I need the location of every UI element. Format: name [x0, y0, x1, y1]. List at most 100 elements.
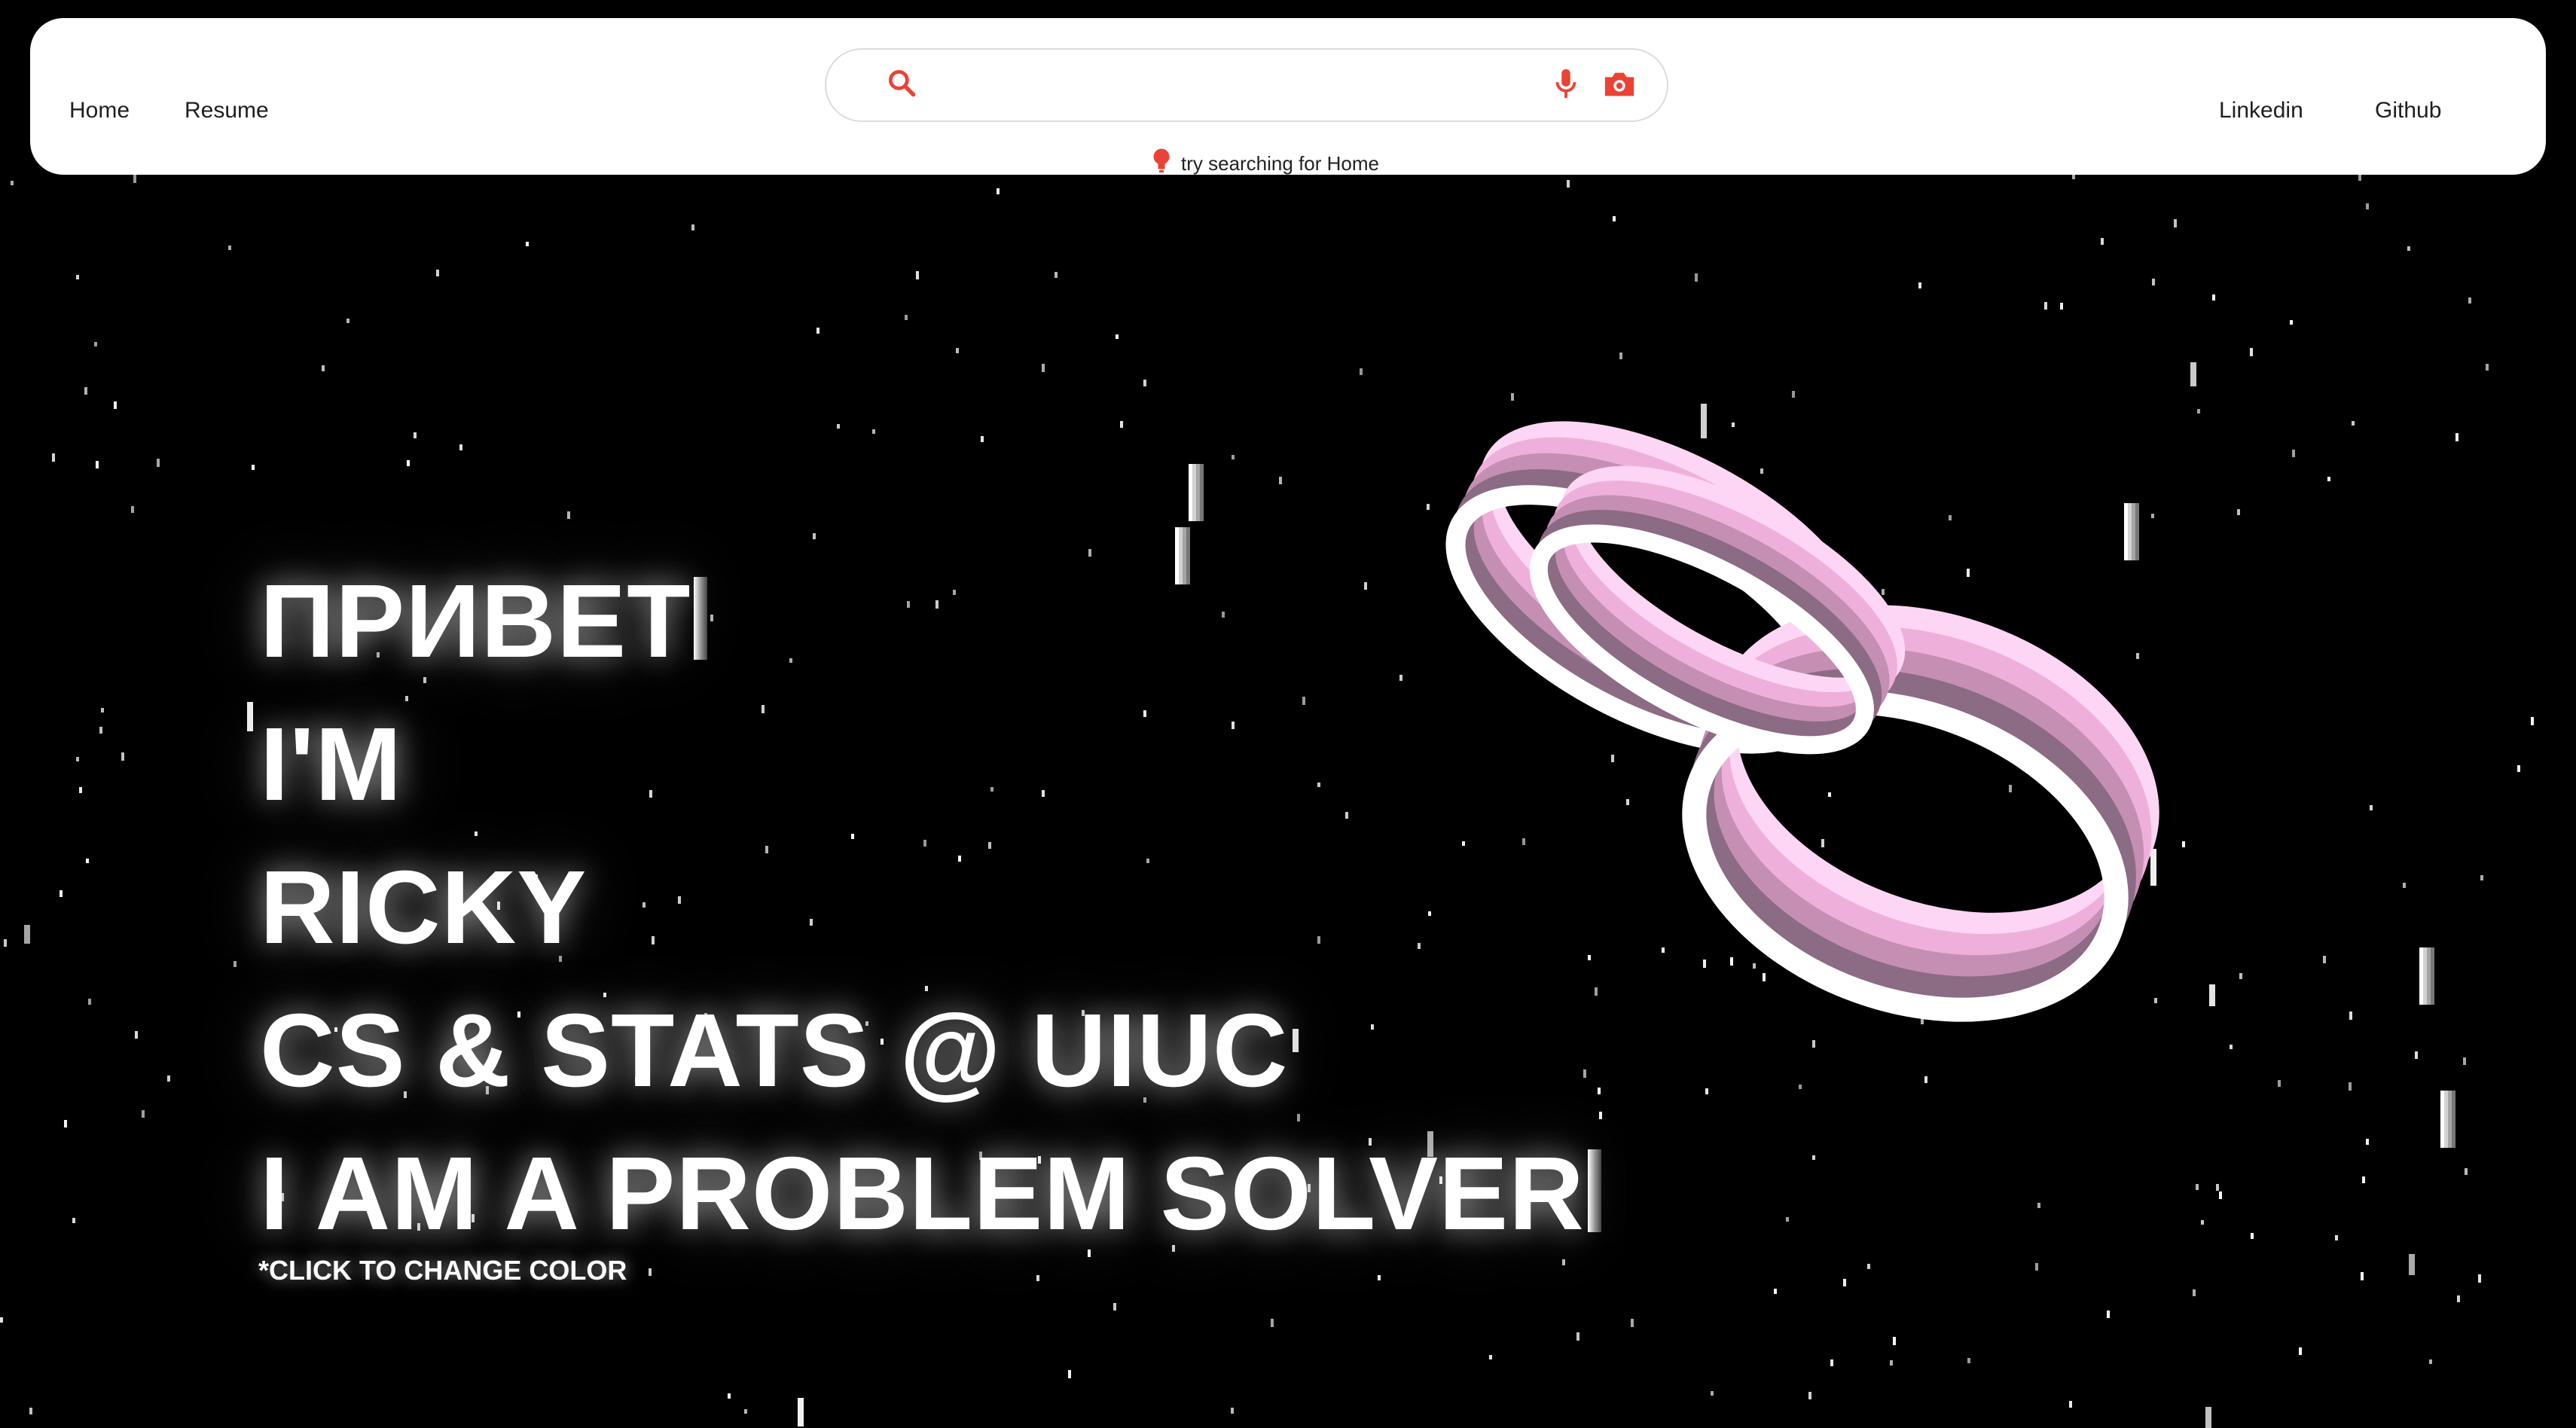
star [649, 1268, 652, 1276]
star [60, 890, 63, 897]
star [1830, 1359, 1833, 1366]
search-input[interactable] [932, 65, 1522, 108]
star [2478, 1274, 2481, 1283]
glitch-bar [2419, 947, 2423, 1005]
hero-line-study: CS & STATS @ UIUC [260, 993, 1289, 1109]
star [2455, 433, 2458, 441]
star [121, 752, 124, 761]
star [2370, 805, 2373, 810]
glitch-bar [2444, 1091, 2448, 1148]
star [2457, 1295, 2460, 1302]
search-icon[interactable] [885, 66, 918, 103]
star [459, 444, 462, 450]
star [252, 465, 255, 470]
star [2358, 175, 2361, 181]
star [2060, 303, 2063, 310]
star [414, 432, 417, 438]
glitch-bar [2431, 947, 2434, 1005]
star [86, 859, 89, 863]
star [1631, 1319, 1634, 1327]
nav-linkedin-link[interactable]: Linkedin [2219, 98, 2303, 124]
star [1893, 1337, 1896, 1345]
star [96, 461, 99, 468]
star [1120, 421, 1123, 428]
star [837, 424, 840, 429]
star [2415, 1051, 2418, 1059]
lightbulb-icon [1152, 148, 1170, 180]
hero-line-name: RICKY [260, 850, 588, 966]
star [84, 387, 87, 395]
star [1808, 1392, 1811, 1399]
change-color-hint[interactable]: *CLICK TO CHANGE COLOR [258, 1255, 627, 1286]
star [2349, 1082, 2352, 1091]
star [2486, 364, 2489, 371]
star [1042, 364, 1045, 372]
star [1231, 1408, 1234, 1414]
star [29, 1408, 32, 1414]
search-bar[interactable] [825, 48, 1668, 122]
nav-home-link[interactable]: Home [69, 98, 130, 124]
star [1143, 380, 1146, 386]
star [2101, 238, 2104, 245]
star [2278, 1080, 2281, 1087]
star [1567, 180, 1570, 188]
hero-line-im: I'M [260, 706, 403, 822]
typing-cursor [1587, 1149, 1601, 1232]
star [1055, 272, 1058, 278]
star [744, 1409, 747, 1414]
star [997, 188, 1000, 194]
star [72, 1218, 75, 1223]
star [4, 939, 7, 947]
star [981, 436, 984, 442]
star [2190, 362, 2196, 386]
page[interactable]: Home Resume try searching for Home Linke… [0, 0, 2576, 1428]
nav-github-link[interactable]: Github [2375, 98, 2441, 124]
star [813, 533, 816, 539]
star [2174, 219, 2177, 227]
star [2361, 1272, 2364, 1280]
camera-icon[interactable] [1602, 69, 1637, 103]
star [2069, 1401, 2072, 1408]
star [2362, 1176, 2365, 1183]
star [94, 342, 97, 346]
star [1613, 216, 1616, 221]
star [2327, 477, 2330, 481]
star [133, 175, 136, 183]
star [2219, 1192, 2222, 1199]
microphone-icon[interactable] [1551, 66, 1581, 105]
star [167, 1076, 170, 1082]
star [2037, 1203, 2040, 1208]
star [1113, 1303, 1116, 1311]
star [157, 459, 160, 467]
star [64, 1120, 67, 1127]
star [1116, 334, 1119, 339]
star [135, 1031, 138, 1039]
star [2335, 1235, 2338, 1240]
star [1576, 1332, 1579, 1341]
star [436, 270, 439, 276]
star [2352, 421, 2355, 426]
star [1711, 1391, 1714, 1396]
star [2429, 1359, 2432, 1364]
star [1843, 1279, 1846, 1286]
star [1232, 455, 1235, 459]
star [2480, 875, 2483, 880]
star [1036, 1275, 1039, 1281]
nav-resume-link[interactable]: Resume [185, 98, 269, 124]
star [2193, 1289, 2196, 1296]
star [2463, 1057, 2466, 1065]
star [2366, 1139, 2369, 1145]
hero-text[interactable]: ПРИВЕТ I'M RICKY CS & STATS @ UIUC I AM … [260, 550, 1601, 1265]
star [2299, 1347, 2302, 1355]
star [2407, 246, 2410, 251]
star [2517, 765, 2520, 772]
star [2212, 294, 2215, 301]
glitch-bar [1196, 464, 1200, 521]
star [2465, 1168, 2468, 1175]
star [2468, 298, 2471, 304]
star [2349, 1012, 2352, 1020]
top-navbar: Home Resume try searching for Home Linke… [30, 18, 2546, 175]
star [101, 708, 104, 712]
star [1279, 477, 1282, 484]
star [2531, 717, 2534, 725]
